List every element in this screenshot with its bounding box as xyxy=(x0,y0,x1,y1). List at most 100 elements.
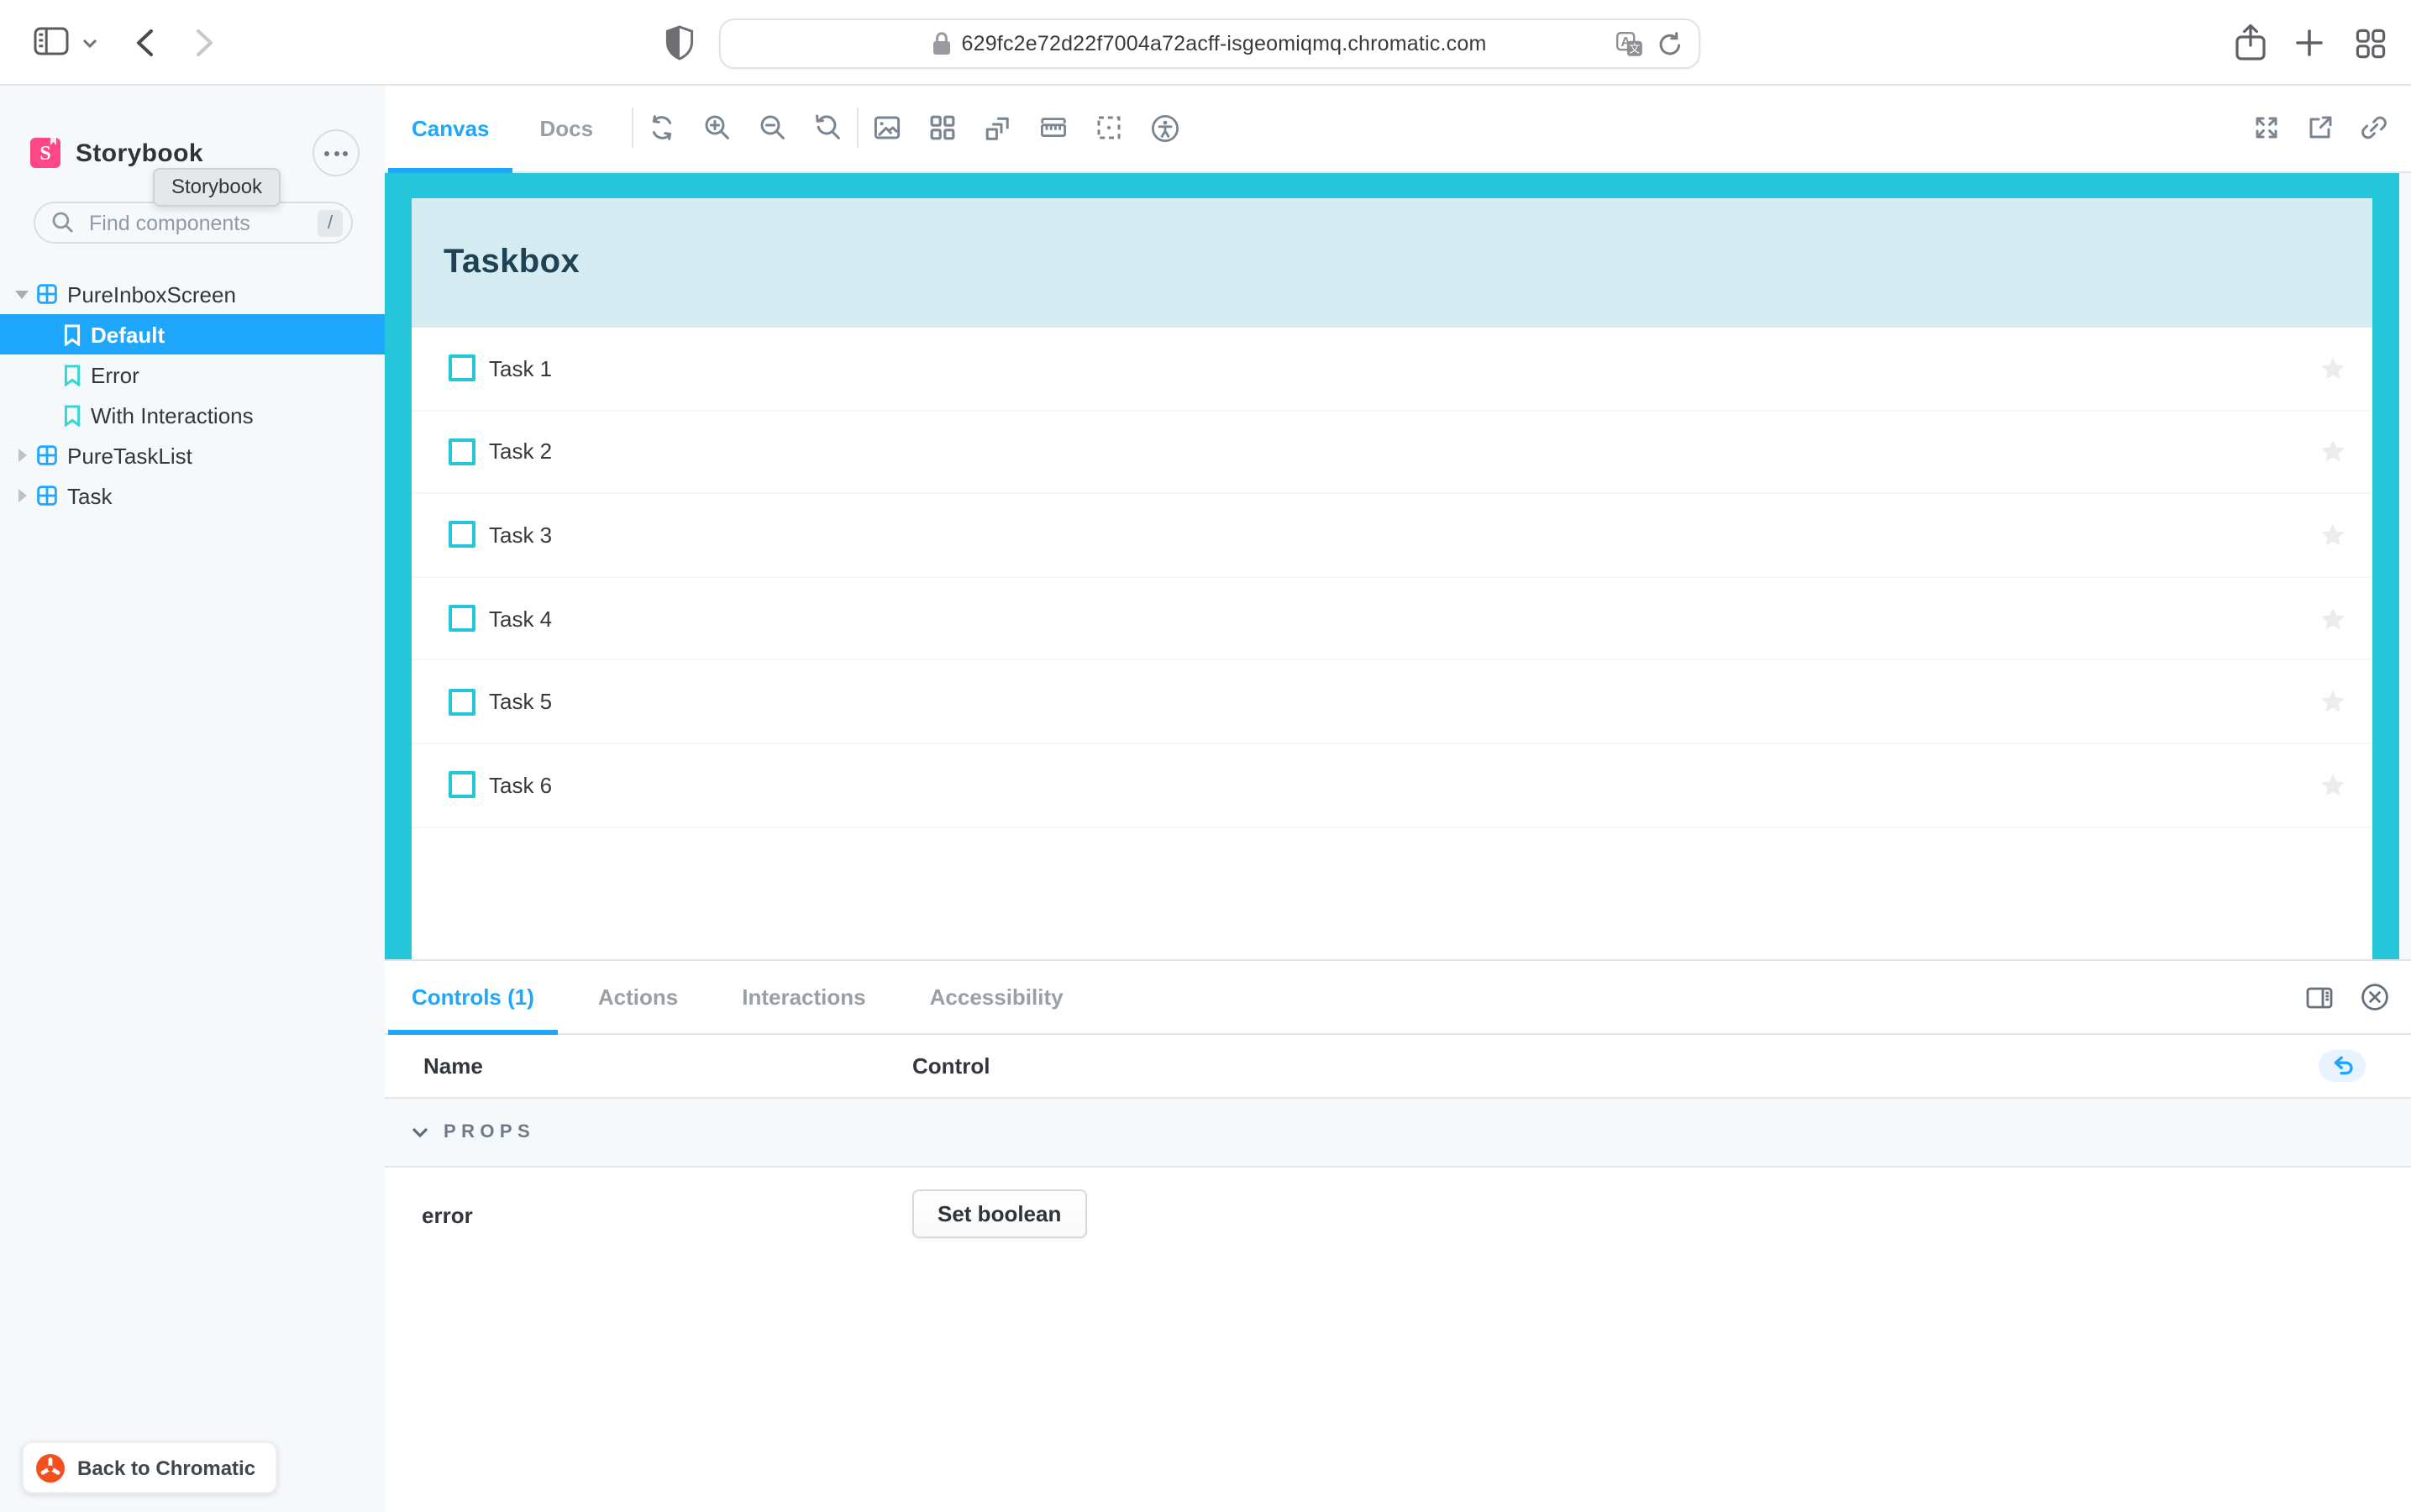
task-checkbox[interactable] xyxy=(449,771,475,799)
addon-panel: Controls (1) Actions Interactions Access… xyxy=(385,959,2411,1512)
tree-story-error[interactable]: Error xyxy=(0,354,385,395)
task-row[interactable]: Task 1 xyxy=(412,328,2372,412)
zoom-reset-icon[interactable] xyxy=(815,114,842,141)
story-bookmark-icon xyxy=(64,404,81,426)
viewport-icon[interactable] xyxy=(985,114,1011,141)
chromatic-logo-icon xyxy=(35,1452,66,1483)
sidebar: S Storybook Storybook / xyxy=(0,84,385,1512)
pin-star-icon[interactable] xyxy=(2320,606,2345,631)
search-input[interactable] xyxy=(86,209,318,236)
pin-star-icon[interactable] xyxy=(2320,356,2345,381)
story-tree: PureInboxScreen Default Error With Inter… xyxy=(0,274,385,516)
search-box[interactable]: / xyxy=(34,202,353,244)
tab-interactions[interactable]: Interactions xyxy=(718,961,889,1033)
tree-component-task[interactable]: Task xyxy=(0,475,385,516)
remount-refresh-icon[interactable] xyxy=(649,114,675,141)
props-section-header[interactable]: PROPS xyxy=(385,1099,2411,1168)
expander-right-icon[interactable] xyxy=(13,449,30,462)
expander-down-icon[interactable] xyxy=(13,290,30,298)
tree-component-pureinboxscreen[interactable]: PureInboxScreen xyxy=(0,274,385,314)
control-name-label: error xyxy=(422,1203,473,1228)
url-text: 629fc2e72d22f7004a72acff-isgeomiqmq.chro… xyxy=(961,32,1487,55)
zoom-out-icon[interactable] xyxy=(759,114,786,141)
fullscreen-icon[interactable] xyxy=(2253,114,2280,141)
pin-star-icon[interactable] xyxy=(2320,773,2345,798)
reset-controls-button[interactable] xyxy=(2319,1050,2366,1082)
task-checkbox[interactable] xyxy=(449,605,475,633)
pin-star-icon[interactable] xyxy=(2320,522,2345,548)
set-boolean-button[interactable]: Set boolean xyxy=(912,1189,1087,1238)
grid-icon[interactable] xyxy=(929,114,956,141)
pin-star-icon[interactable] xyxy=(2320,689,2345,714)
task-checkbox[interactable] xyxy=(449,521,475,549)
lock-icon xyxy=(933,32,952,55)
chevron-down-icon[interactable] xyxy=(82,39,97,49)
taskbox-title: Taskbox xyxy=(444,244,580,281)
column-name: Name xyxy=(423,1053,483,1079)
pin-star-icon[interactable] xyxy=(2320,439,2345,465)
link-icon[interactable] xyxy=(2361,114,2387,141)
translate-icon[interactable]: A 文 xyxy=(1616,31,1643,56)
tab-docs[interactable]: Docs xyxy=(517,84,617,171)
props-section-label: PROPS xyxy=(444,1122,536,1142)
screenshot-root: 629fc2e72d22f7004a72acff-isgeomiqmq.chro… xyxy=(0,0,2411,1512)
control-row-error: error Set boolean xyxy=(385,1168,2411,1285)
back-icon[interactable] xyxy=(134,29,155,57)
task-checkbox[interactable] xyxy=(449,438,475,465)
task-row[interactable]: Task 6 xyxy=(412,743,2372,828)
back-to-chromatic-button[interactable]: Back to Chromatic xyxy=(22,1441,278,1494)
column-control: Control xyxy=(912,1053,990,1079)
task-row[interactable]: Task 5 xyxy=(412,660,2372,744)
section-chevron-down-icon xyxy=(412,1126,428,1138)
tab-overview-icon[interactable] xyxy=(2356,29,2386,59)
tree-story-default[interactable]: Default xyxy=(0,314,385,354)
main-area: Canvas Docs Taskbox Task 1 Task 2 Task 3… xyxy=(385,84,2411,1512)
close-panel-icon[interactable] xyxy=(2361,983,2389,1011)
toolbar-divider xyxy=(632,108,634,148)
brand-tooltip: Storybook xyxy=(153,168,281,207)
taskbox-header: Taskbox xyxy=(412,198,2372,328)
zoom-in-icon[interactable] xyxy=(704,114,731,141)
tree-story-with-interactions[interactable]: With Interactions xyxy=(0,395,385,435)
new-tab-icon[interactable] xyxy=(2295,29,2324,57)
outline-icon[interactable] xyxy=(1095,114,1122,141)
svg-text:文: 文 xyxy=(1629,42,1640,55)
measure-ruler-icon[interactable] xyxy=(1040,114,1067,141)
toolbar-divider xyxy=(857,108,859,148)
controls-table-header: Name Control xyxy=(385,1035,2411,1099)
url-address-bar[interactable]: 629fc2e72d22f7004a72acff-isgeomiqmq.chro… xyxy=(719,18,1700,69)
task-row[interactable]: Task 3 xyxy=(412,494,2372,578)
storybook-logo-icon: S xyxy=(30,136,60,168)
accessibility-icon[interactable] xyxy=(1151,113,1179,142)
preview-right-gutter xyxy=(2399,173,2411,959)
task-row[interactable]: Task 2 xyxy=(412,411,2372,495)
forward-icon[interactable] xyxy=(195,29,215,57)
tab-actions[interactable]: Actions xyxy=(575,961,701,1033)
task-row[interactable]: Task 4 xyxy=(412,577,2372,661)
task-checkbox[interactable] xyxy=(449,688,475,716)
task-checkbox[interactable] xyxy=(449,354,475,382)
component-icon xyxy=(37,445,57,465)
search-shortcut-badge: / xyxy=(318,209,343,236)
preview-zone: Taskbox Task 1 Task 2 Task 3 Task 4 Task… xyxy=(385,173,2411,959)
search-icon xyxy=(52,212,74,234)
sidebar-menu-button[interactable] xyxy=(313,129,360,176)
component-icon xyxy=(37,486,57,506)
addon-tabbar: Controls (1) Actions Interactions Access… xyxy=(385,961,2411,1035)
tab-canvas[interactable]: Canvas xyxy=(388,84,513,173)
shield-privacy-icon[interactable] xyxy=(665,25,694,60)
background-image-icon[interactable] xyxy=(874,114,901,141)
brand-title: Storybook xyxy=(76,139,203,167)
panel-position-icon[interactable] xyxy=(2305,984,2334,1011)
browser-toolbar: 629fc2e72d22f7004a72acff-isgeomiqmq.chro… xyxy=(0,0,2411,86)
tab-accessibility[interactable]: Accessibility xyxy=(906,961,1087,1033)
reload-icon[interactable] xyxy=(1658,31,1682,56)
story-bookmark-icon xyxy=(64,323,81,345)
expander-right-icon[interactable] xyxy=(13,489,30,502)
share-icon[interactable] xyxy=(2235,24,2267,60)
tab-controls[interactable]: Controls (1) xyxy=(388,961,558,1035)
browser-sidebar-toggle-icon[interactable] xyxy=(34,27,69,55)
open-external-icon[interactable] xyxy=(2307,114,2334,141)
component-icon xyxy=(37,284,57,304)
tree-component-puretasklist[interactable]: PureTaskList xyxy=(0,435,385,475)
